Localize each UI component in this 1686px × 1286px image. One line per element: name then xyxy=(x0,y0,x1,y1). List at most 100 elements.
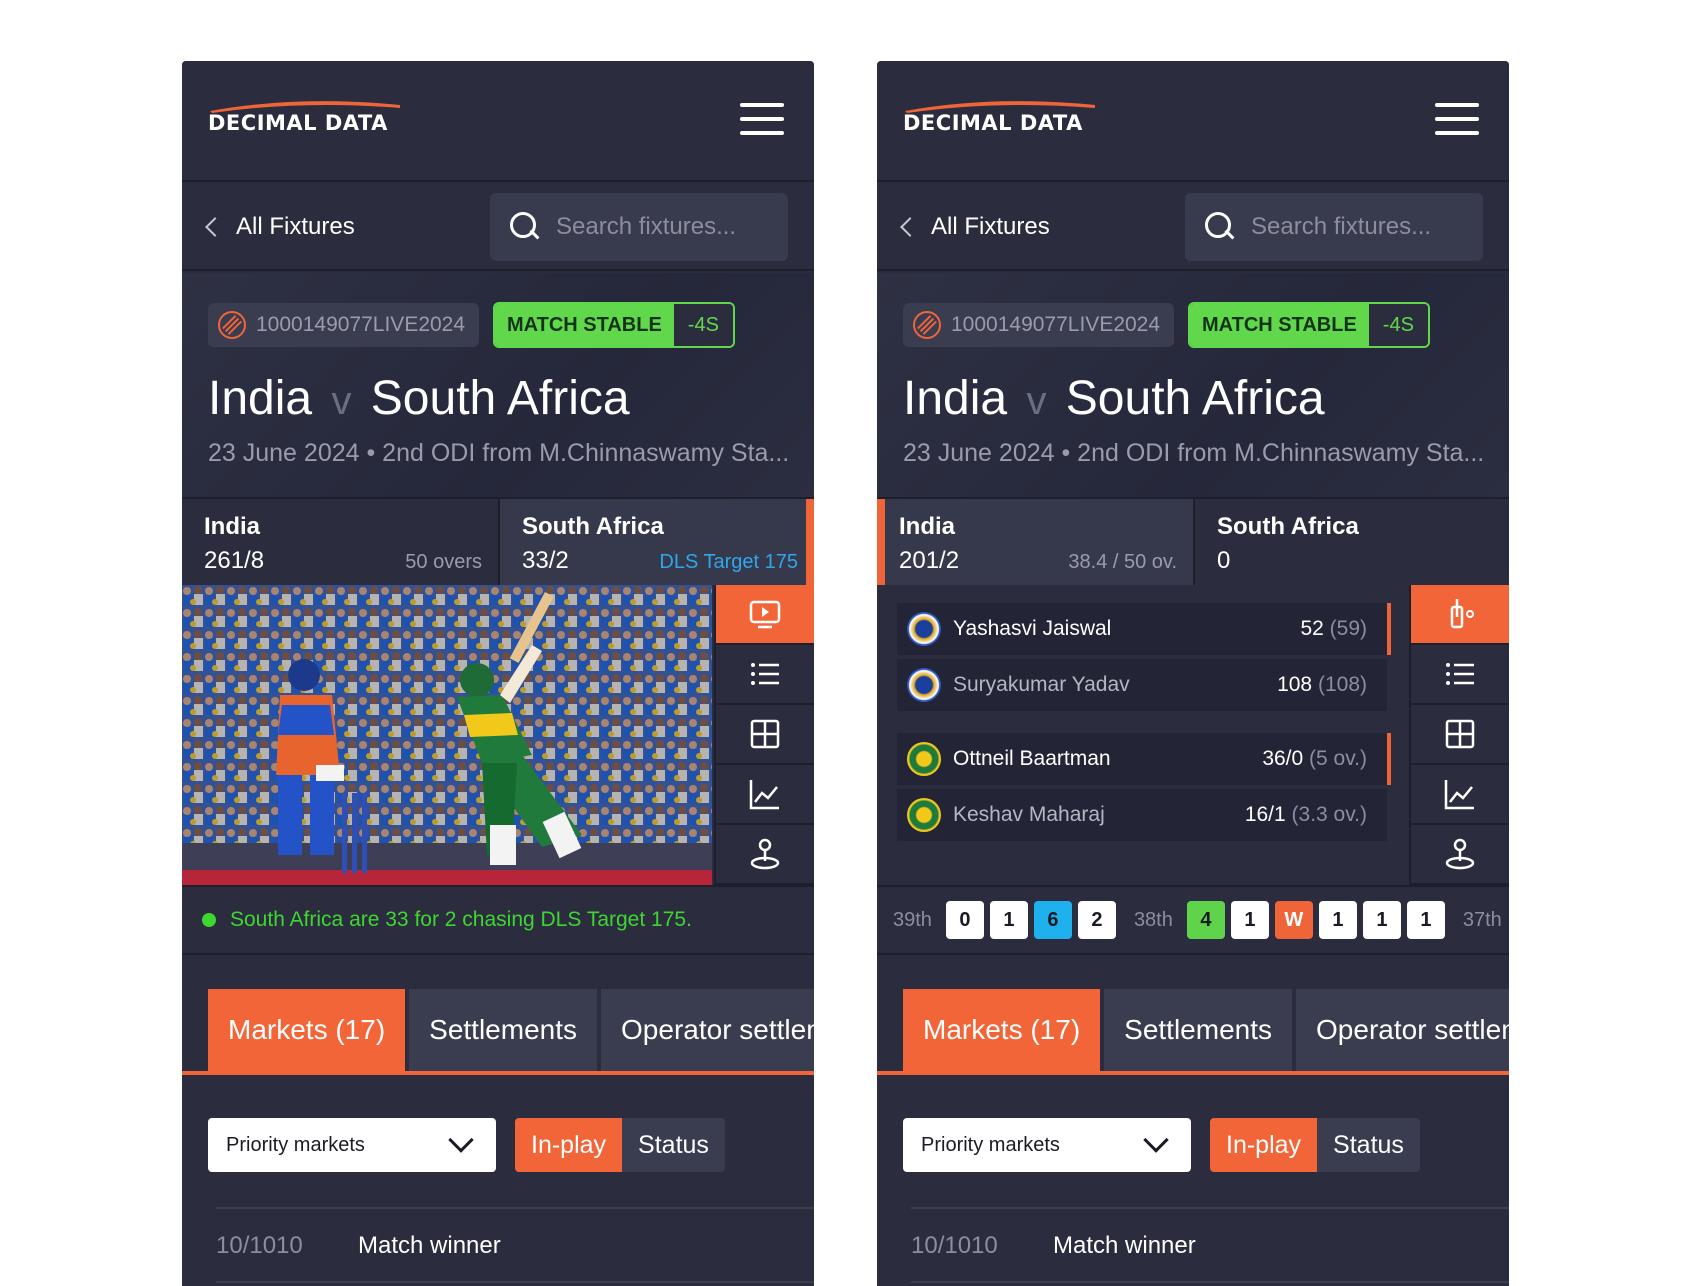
view-tools xyxy=(714,585,814,885)
tabs-underline xyxy=(182,1071,814,1075)
bowler-figures: 16/1 (3.3 ov.) xyxy=(1245,803,1367,827)
match-status: MATCH STABLE xyxy=(1190,304,1369,346)
search-input[interactable] xyxy=(556,213,756,241)
tab-operator-settlements[interactable]: Operator settlements xyxy=(601,989,814,1071)
pitch-icon[interactable] xyxy=(1411,585,1509,645)
fixture-id: 1000149077LIVE2024 xyxy=(256,313,466,336)
batter-row[interactable]: Suryakumar Yadav 108 (108) xyxy=(897,659,1387,711)
batter-score: 108 (108) xyxy=(1277,673,1367,697)
match-subtitle: 23 June 2024 • 2nd ODI from M.Chinnaswam… xyxy=(208,439,790,467)
cricket-ball-icon xyxy=(218,311,246,339)
team-score: 261/8 xyxy=(204,547,265,574)
team-overs: 38.4 / 50 ov. xyxy=(1068,551,1177,573)
market-row[interactable]: 10/1010 Match winner xyxy=(911,1226,1509,1266)
hamburger-menu-icon[interactable] xyxy=(740,103,784,139)
divider xyxy=(216,1281,814,1283)
team-score-india[interactable]: India 261/8 50 overs xyxy=(182,499,498,585)
chart-icon-graphic xyxy=(749,780,779,810)
bowler-figures: 36/0 (5 ov.) xyxy=(1262,747,1367,771)
back-to-fixtures-link[interactable]: All Fixtures xyxy=(202,205,355,249)
market-odds: 10/1010 xyxy=(911,1232,998,1259)
hamburger-menu-icon[interactable] xyxy=(1435,103,1479,139)
divider xyxy=(216,1207,814,1209)
ball-by-ball-strip[interactable]: 39th 0 1 6 2 38th 4 1 W 1 1 1 37th xyxy=(877,885,1509,955)
market-filter-select[interactable]: Priority markets xyxy=(903,1118,1191,1172)
back-to-fixtures-link[interactable]: All Fixtures xyxy=(897,205,1050,249)
divider xyxy=(911,1281,1509,1283)
bowler-wickets-runs: 36/0 xyxy=(1262,747,1304,770)
fixture-search[interactable] xyxy=(1185,193,1483,261)
over-label: 38th xyxy=(1133,908,1173,931)
live-indicator-icon xyxy=(202,913,216,927)
app-header: DECIMAL DATA xyxy=(877,61,1509,182)
team-score-south-africa[interactable]: South Africa 0 xyxy=(1193,499,1509,585)
team-score-south-africa[interactable]: South Africa 33/2 DLS Target 175 xyxy=(498,499,814,585)
market-name: Match winner xyxy=(1053,1232,1196,1259)
inplay-toggle[interactable]: In-play xyxy=(1210,1118,1318,1172)
chart-icon[interactable] xyxy=(1411,765,1509,825)
chart-icon-graphic xyxy=(1444,780,1474,810)
tabs-underline xyxy=(877,1071,1509,1075)
team-name: South Africa xyxy=(1217,513,1359,540)
bowler-overs: (3.3 ov.) xyxy=(1291,803,1367,826)
market-state-toggle: In-play Status xyxy=(1210,1118,1420,1172)
map-pin-icon-graphic xyxy=(750,838,780,870)
status-toggle[interactable]: Status xyxy=(1317,1118,1420,1172)
market-filter-select[interactable]: Priority markets xyxy=(208,1118,496,1172)
fixture-id-badge: 1000149077LIVE2024 xyxy=(208,303,480,347)
decimal-data-logo[interactable]: DECIMAL DATA xyxy=(903,97,1118,141)
team-score-india[interactable]: India 201/2 38.4 / 50 ov. xyxy=(877,499,1193,585)
match-video[interactable] xyxy=(182,585,712,885)
map-pin-icon[interactable] xyxy=(716,825,814,885)
batter-row[interactable]: Yashasvi Jaiswal 52 (59) xyxy=(897,603,1391,655)
inplay-toggle[interactable]: In-play xyxy=(515,1118,623,1172)
list-icon[interactable] xyxy=(1411,645,1509,705)
india-emblem-icon xyxy=(907,612,941,646)
ball-result: 1 xyxy=(1362,901,1401,939)
over-label: 37th xyxy=(1462,908,1502,931)
phone-screen-scorecard: DECIMAL DATA All Fixtures 1000149077LIVE… xyxy=(877,61,1509,1286)
team-overs: 50 overs xyxy=(405,551,482,573)
back-label: All Fixtures xyxy=(236,213,355,240)
logo-text: DECIMAL DATA xyxy=(903,111,1083,135)
active-team-marker xyxy=(877,499,885,585)
tab-settlements[interactable]: Settlements xyxy=(1104,989,1293,1071)
tab-markets[interactable]: Markets (17) xyxy=(208,989,406,1071)
search-icon xyxy=(1205,212,1235,242)
fixture-id-badge: 1000149077LIVE2024 xyxy=(903,303,1175,347)
map-pin-icon[interactable] xyxy=(1411,825,1509,885)
ball-result-six: 6 xyxy=(1033,901,1072,939)
ball-result: 1 xyxy=(989,901,1028,939)
live-status-text: South Africa are 33 for 2 chasing DLS Ta… xyxy=(230,908,692,931)
match-header: 1000149077LIVE2024 MATCH STABLE -4S Indi… xyxy=(877,273,1509,497)
tab-settlements[interactable]: Settlements xyxy=(409,989,598,1071)
grid-icon[interactable] xyxy=(716,705,814,765)
pitch-icon-graphic xyxy=(1450,599,1474,629)
grid-icon[interactable] xyxy=(1411,705,1509,765)
section-tabs: Markets (17) Settlements Operator settle… xyxy=(903,989,1509,1075)
fixture-nav: All Fixtures xyxy=(182,183,814,271)
status-toggle[interactable]: Status xyxy=(622,1118,725,1172)
bowler-wickets-runs: 16/1 xyxy=(1244,803,1286,826)
chevron-left-icon xyxy=(205,217,225,237)
tab-operator-settlements[interactable]: Operator settlements xyxy=(1296,989,1509,1071)
logo-text: DECIMAL DATA xyxy=(208,111,388,135)
decimal-data-logo[interactable]: DECIMAL DATA xyxy=(208,97,423,141)
market-row[interactable]: 10/1010 Match winner xyxy=(216,1226,814,1266)
video-icon-graphic xyxy=(749,600,781,629)
ball-result: 1 xyxy=(1230,901,1269,939)
home-team: India xyxy=(208,372,313,425)
ball-result-four: 4 xyxy=(1186,901,1225,939)
chart-icon[interactable] xyxy=(716,765,814,825)
scoreboard: India 261/8 50 overs South Africa 33/2 D… xyxy=(182,497,814,585)
fixture-search[interactable] xyxy=(490,193,788,261)
chevron-left-icon xyxy=(900,217,920,237)
search-input[interactable] xyxy=(1251,213,1451,241)
bowler-row[interactable]: Ottneil Baartman 36/0 (5 ov.) xyxy=(897,733,1391,785)
video-icon[interactable] xyxy=(716,585,814,645)
bowler-row[interactable]: Keshav Maharaj 16/1 (3.3 ov.) xyxy=(897,789,1387,841)
list-icon[interactable] xyxy=(716,645,814,705)
market-state-toggle: In-play Status xyxy=(515,1118,725,1172)
list-icon-graphic xyxy=(751,663,779,685)
tab-markets[interactable]: Markets (17) xyxy=(903,989,1101,1071)
